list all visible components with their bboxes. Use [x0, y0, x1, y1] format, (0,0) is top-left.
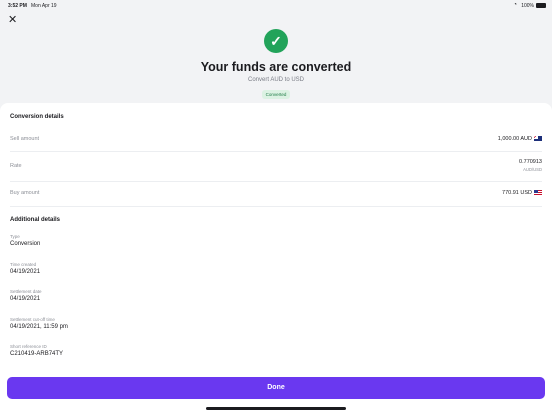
- rate-value: 0.770913: [519, 159, 542, 165]
- detail-value: 04/19/2021: [10, 296, 41, 302]
- australia-flag-icon: [534, 136, 542, 141]
- status-date: Mon Apr 19: [31, 3, 57, 9]
- battery-icon: [536, 3, 546, 8]
- status-badge: Converted: [261, 90, 291, 99]
- rate-label: Rate: [10, 163, 22, 169]
- page-title: Your funds are converted: [200, 60, 352, 74]
- wifi-icon: ◔: [513, 2, 517, 8]
- battery-percentage: 100%: [521, 3, 534, 9]
- detail-settlement-date: Settlement date 04/19/2021: [10, 289, 42, 302]
- sell-amount-label: Sell amount: [10, 136, 40, 142]
- detail-value: Conversion: [10, 241, 41, 247]
- close-icon[interactable]: ✕: [8, 15, 18, 26]
- sell-amount-row: Sell amount 1,000.00 AUD: [10, 127, 542, 152]
- status-bar: 3:52 PM Mon Apr 19 ◔ 100%: [0, 0, 552, 10]
- detail-label: Settlement cut-off time: [10, 317, 55, 322]
- detail-time-created: Time created 04/19/2021: [10, 262, 40, 275]
- sell-amount-value: 1,000.00 AUD: [498, 136, 542, 142]
- confirmation-header: ✓ Your funds are converted Convert AUD t…: [0, 29, 552, 101]
- detail-value: 04/19/2021, 11:59 pm: [10, 324, 68, 330]
- buy-amount-label: Buy amount: [10, 190, 40, 196]
- detail-label: Time created: [10, 262, 37, 267]
- done-button[interactable]: Done: [7, 377, 545, 399]
- detail-label: Type: [10, 234, 20, 239]
- success-check-icon: ✓: [264, 29, 288, 53]
- us-flag-icon: [534, 190, 542, 195]
- buy-amount-value: 770.91 USD: [502, 190, 542, 196]
- home-indicator: [206, 407, 346, 410]
- conversion-details-title: Conversion details: [10, 114, 64, 120]
- additional-details-title: Additional details: [10, 217, 61, 223]
- detail-settlement-cutoff: Settlement cut-off time 04/19/2021, 11:5…: [10, 317, 68, 330]
- detail-short-reference: Short reference ID C210419-ARB74TY: [10, 344, 63, 357]
- detail-value: 04/19/2021: [10, 269, 41, 275]
- details-sheet: Conversion details Sell amount 1,000.00 …: [0, 103, 552, 414]
- page-subtitle: Convert AUD to USD: [247, 77, 305, 83]
- detail-label: Settlement date: [10, 289, 42, 294]
- detail-value: C210419-ARB74TY: [10, 351, 64, 357]
- sell-amount-text: 1,000.00 AUD: [497, 136, 532, 142]
- buy-amount-text: 770.91 USD: [502, 190, 532, 196]
- detail-label: Short reference ID: [10, 344, 47, 349]
- rate-row: Rate 0.770913 AUD/USD: [10, 152, 542, 182]
- status-time: 3:52 PM: [8, 3, 27, 9]
- rate-pair: AUD/USD: [523, 167, 542, 172]
- buy-amount-row: Buy amount 770.91 USD: [10, 182, 542, 207]
- detail-type: Type Conversion: [10, 234, 40, 247]
